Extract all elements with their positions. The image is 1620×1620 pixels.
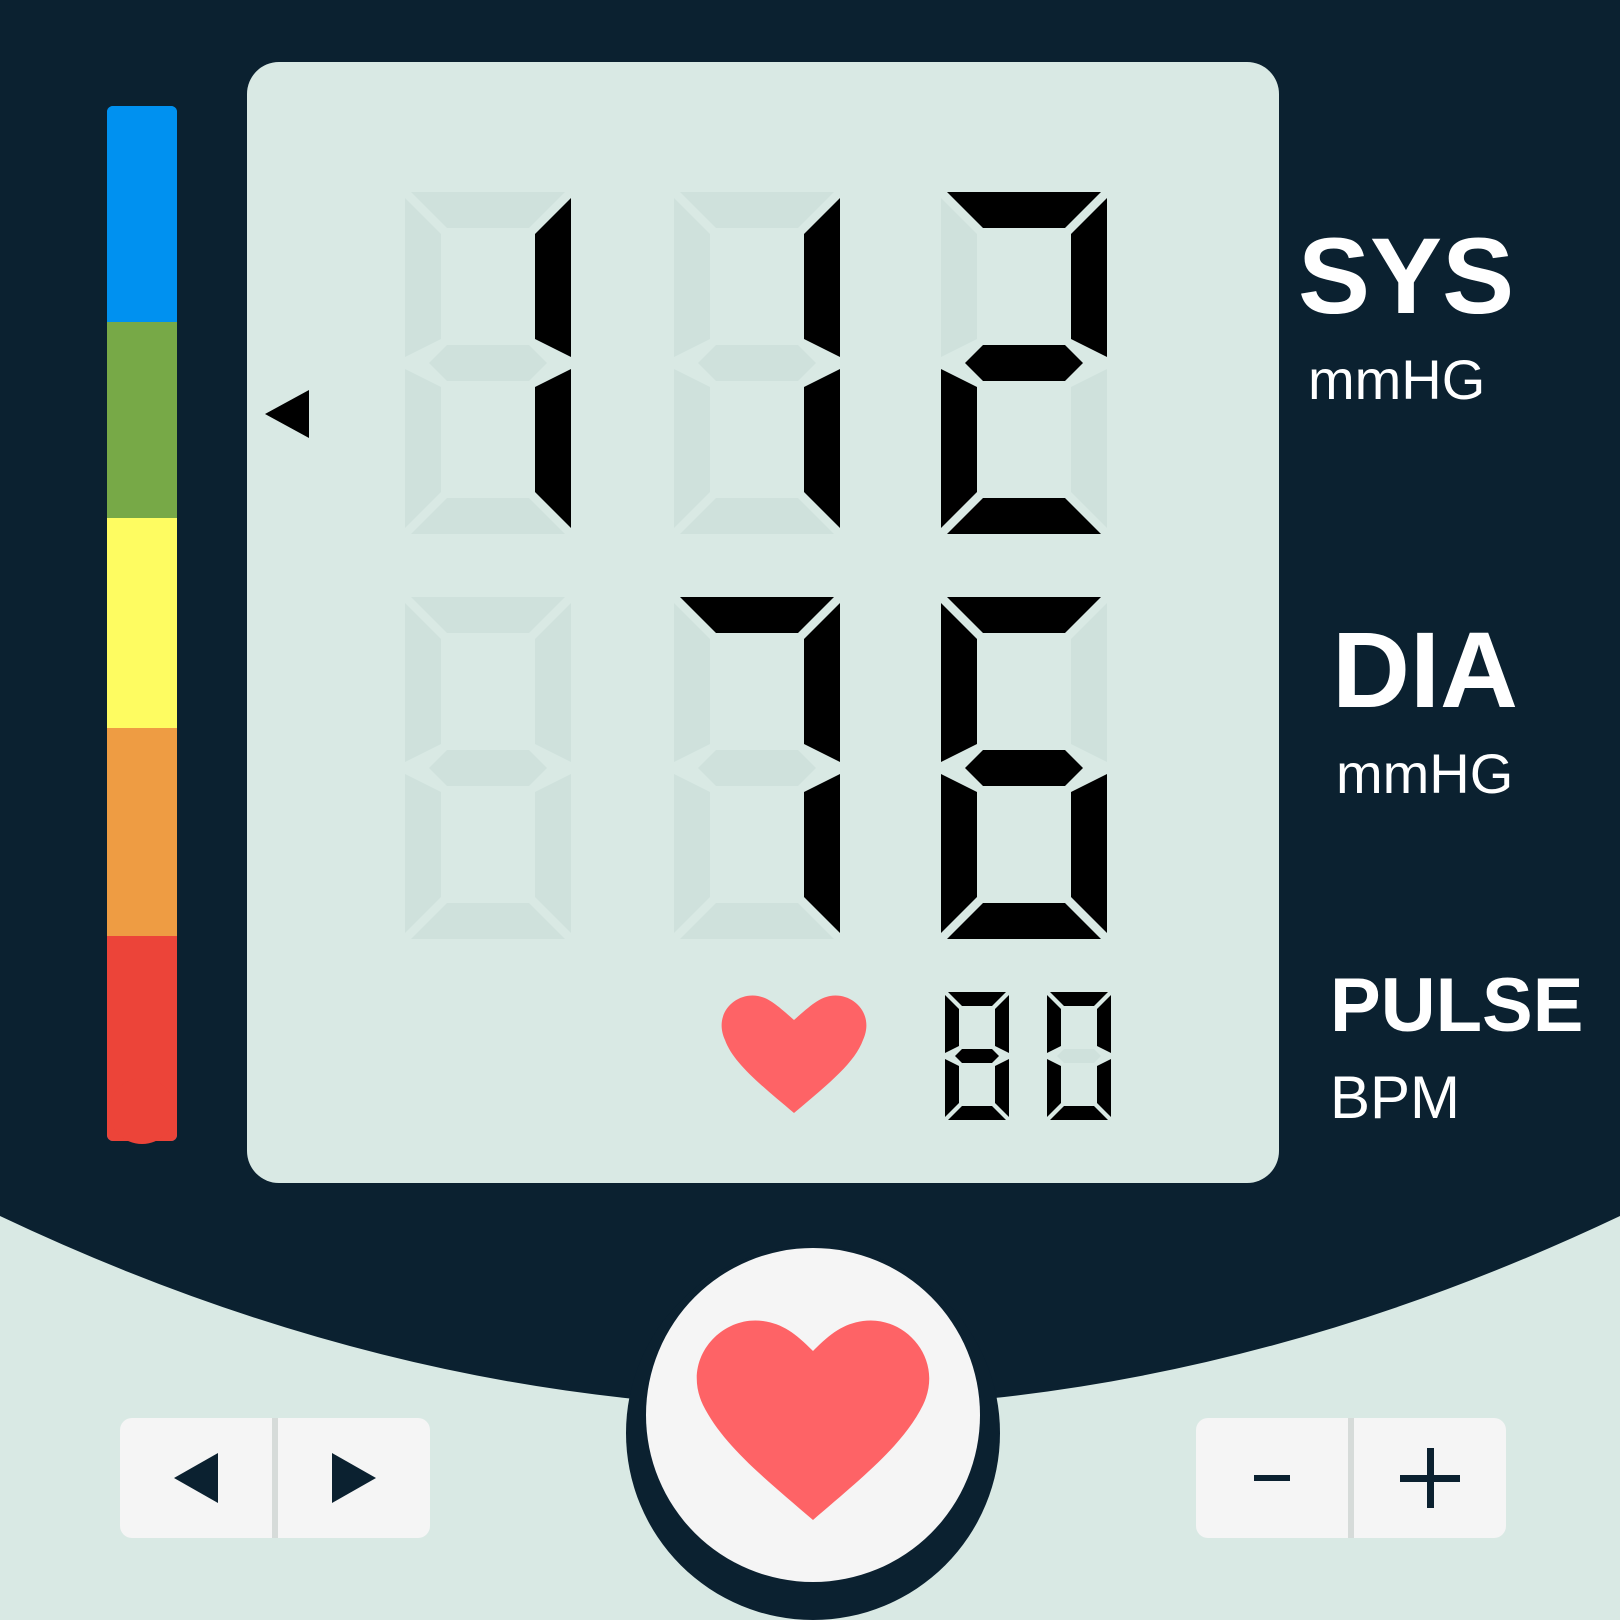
lcd-screen	[247, 62, 1279, 1183]
pulse-label: PULSE	[1330, 963, 1584, 1048]
dia-digit-2-segment-a	[680, 597, 834, 633]
dia-digit-3-segment-f	[941, 603, 977, 762]
plus-button[interactable]	[1354, 1418, 1506, 1538]
pulse-heart-icon	[721, 995, 867, 1113]
dia-digit-1-segment-b	[535, 603, 571, 762]
sys-label: SYS	[1298, 215, 1515, 336]
triangle-left-icon	[174, 1453, 218, 1503]
sys-digit-2-segment-b	[804, 198, 840, 357]
sys-digit-3-segment-g	[965, 345, 1083, 381]
sys-digit-1-segment-f	[405, 198, 441, 357]
dia-digit-1-segment-g	[429, 750, 547, 786]
dia-digit-1-segment-a	[411, 597, 565, 633]
dia-digit-2-segment-g	[698, 750, 816, 786]
pulse-digit-1-segment-a	[948, 992, 1006, 1006]
sys-digit-1-segment-g	[429, 345, 547, 381]
sys-digit-3-segment-c	[1071, 369, 1107, 528]
dia-digit-3-segment-c	[1071, 774, 1107, 933]
sys-digit-2-segment-g	[698, 345, 816, 381]
sys-digit-3-segment-d	[947, 498, 1101, 534]
dia-label: DIA	[1332, 609, 1518, 730]
dia-digit-2-segment-c	[804, 774, 840, 933]
dia-digit-3-segment-b	[1071, 603, 1107, 762]
pulse-digit-1-segment-f	[945, 995, 959, 1053]
dia-digit-1-segment-c	[535, 774, 571, 933]
minus-icon	[1254, 1475, 1290, 1481]
sys-reading	[405, 192, 1107, 534]
adjust-buttons	[1196, 1418, 1506, 1538]
heart-icon	[696, 1320, 930, 1520]
sys-digit-3-segment-e	[941, 369, 977, 528]
dia-unit-label: mmHG	[1336, 742, 1514, 805]
pulse-digit-2-segment-d	[1050, 1106, 1108, 1120]
sys-digit-2-segment-f	[674, 198, 710, 357]
pulse-digit-2-segment-e	[1047, 1059, 1061, 1117]
pulse-digit-2-segment-c	[1097, 1059, 1111, 1117]
pulse-reading	[945, 992, 1111, 1120]
sys-indicator-icon	[265, 390, 309, 438]
sys-digit-1-segment-a	[411, 192, 565, 228]
dia-digit-3-segment-e	[941, 774, 977, 933]
sys-digit-2-segment-d	[680, 498, 834, 534]
level-scale-cap	[109, 1078, 175, 1144]
previous-button[interactable]	[120, 1418, 272, 1538]
plus-icon	[1400, 1448, 1460, 1508]
dia-reading	[405, 597, 1107, 939]
sys-digit-1-segment-c	[535, 369, 571, 528]
measure-button[interactable]	[646, 1248, 980, 1582]
dia-digit-1-segment-d	[411, 903, 565, 939]
sys-digit-2-segment-c	[804, 369, 840, 528]
dia-digit-1-segment-e	[405, 774, 441, 933]
level-segment-blue	[107, 106, 177, 322]
pulse-digit-2-segment-f	[1047, 995, 1061, 1053]
sys-digit-1-segment-e	[405, 369, 441, 528]
sys-digit-2-segment-a	[680, 192, 834, 228]
dia-digit-3-segment-d	[947, 903, 1101, 939]
triangle-right-icon	[332, 1453, 376, 1503]
level-segment-yellow	[107, 518, 177, 728]
sys-digit-3-segment-a	[947, 192, 1101, 228]
dia-digit-2-segment-d	[680, 903, 834, 939]
minus-button[interactable]	[1196, 1418, 1348, 1538]
sys-digit-3-segment-b	[1071, 198, 1107, 357]
sys-digit-2-segment-e	[674, 369, 710, 528]
dia-digit-3-segment-a	[947, 597, 1101, 633]
sys-digit-1-segment-b	[535, 198, 571, 357]
pulse-digit-1-segment-c	[995, 1059, 1009, 1117]
pulse-digit-1-segment-e	[945, 1059, 959, 1117]
sys-unit-label: mmHG	[1308, 348, 1486, 411]
pulse-digit-1-segment-b	[995, 995, 1009, 1053]
pulse-digit-2-segment-b	[1097, 995, 1111, 1053]
pulse-digit-1-segment-g	[955, 1049, 999, 1063]
dia-digit-2-segment-e	[674, 774, 710, 933]
dia-digit-2-segment-f	[674, 603, 710, 762]
pulse-digit-1-segment-d	[948, 1106, 1006, 1120]
sys-digit-3-segment-f	[941, 198, 977, 357]
dia-digit-3-segment-g	[965, 750, 1083, 786]
pulse-unit-label: BPM	[1330, 1064, 1461, 1131]
sys-digit-1-segment-d	[411, 498, 565, 534]
level-segment-orange	[107, 728, 177, 936]
dia-digit-1-segment-f	[405, 603, 441, 762]
level-scale-bar	[107, 106, 177, 1141]
level-segment-green	[107, 322, 177, 518]
pulse-digit-2-segment-g	[1057, 1049, 1101, 1063]
dia-digit-2-segment-b	[804, 603, 840, 762]
next-button[interactable]	[278, 1418, 430, 1538]
navigation-buttons	[120, 1418, 430, 1538]
pulse-digit-2-segment-a	[1050, 992, 1108, 1006]
